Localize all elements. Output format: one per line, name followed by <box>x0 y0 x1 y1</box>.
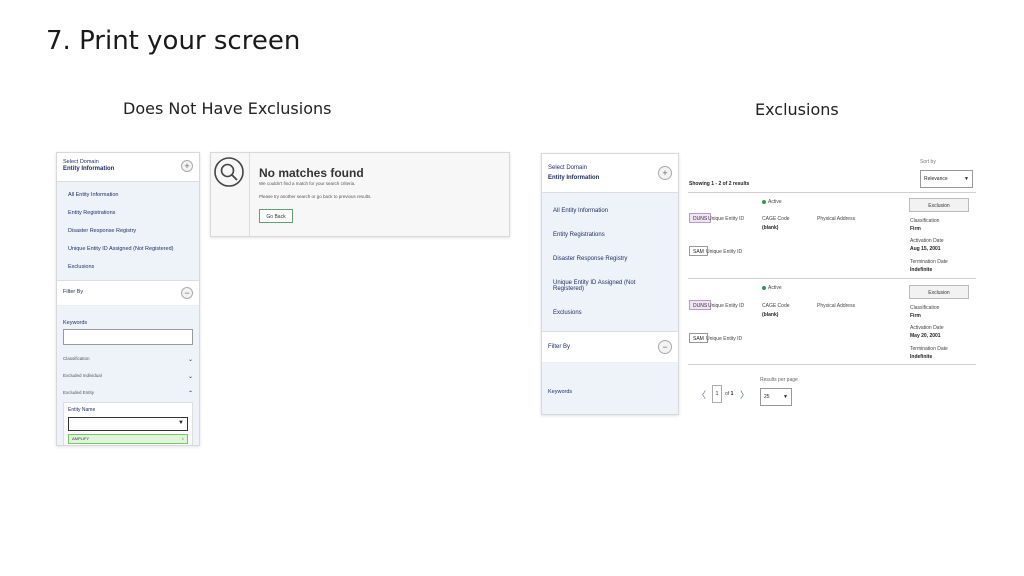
activation-label: Activation Date <box>910 325 944 331</box>
address-label: Physical Address <box>817 303 856 309</box>
expand-plus-icon[interactable]: + <box>181 160 193 172</box>
domain-label: Select Domain <box>548 165 588 171</box>
page-of-label: of 1 <box>725 391 734 397</box>
domain-list: All Entity Information Entity Registrati… <box>542 193 678 332</box>
termination-value: Indefinite <box>910 267 933 273</box>
left-sidebar: Select Domain Entity Information + All E… <box>56 152 200 446</box>
per-page-label: Results per page <box>760 377 798 383</box>
domain-value: Entity Information <box>548 175 600 181</box>
domain-selector[interactable]: Select Domain Entity Information + <box>542 154 678 193</box>
address-label: Physical Address <box>817 216 856 222</box>
remove-tag-icon[interactable]: × <box>182 435 184 443</box>
right-sidebar: Select Domain Entity Information + All E… <box>541 153 679 415</box>
domain-label: Select Domain <box>63 159 99 165</box>
activation-value: Aug 15, 2001 <box>910 246 941 252</box>
uei-label: Unique Entity ID <box>706 249 743 255</box>
no-matches-panel: No matches found We couldn't find a matc… <box>210 152 510 237</box>
no-matches-title: No matches found <box>259 166 364 180</box>
activation-value: May 20, 2001 <box>910 333 941 339</box>
domain-value: Entity Information <box>63 166 115 172</box>
termination-label: Termination Date <box>910 346 948 352</box>
chevron-down-icon: ⌄ <box>187 357 193 363</box>
keywords-label: Keywords <box>548 389 573 395</box>
search-icon <box>214 157 244 187</box>
cage-value: (blank) <box>762 312 779 318</box>
classification-value: Firm <box>910 226 921 232</box>
sort-select[interactable]: Relevance ▼ <box>920 170 973 188</box>
sidebar-item-entity-registrations[interactable]: Entity Registrations <box>542 223 678 247</box>
domain-selector[interactable]: Select Domain Entity Information + <box>57 153 199 182</box>
accordion-excluded-entity[interactable]: Excluded Entity ⌃ <box>63 385 193 402</box>
termination-value: Indefinite <box>910 354 933 360</box>
uei-label: Unique Entity ID <box>708 303 745 309</box>
chevron-down-icon: ⌄ <box>187 374 193 380</box>
uei-label: Unique Entity ID <box>708 216 745 222</box>
pager-next-icon[interactable]: 〉 <box>740 388 749 401</box>
accordion-excluded-individual[interactable]: Excluded Individual ⌄ <box>63 368 193 385</box>
page-number-input[interactable]: 1 <box>712 385 722 403</box>
sort-label: Sort by <box>920 159 936 165</box>
filter-label: Filter By <box>63 289 84 295</box>
collapse-minus-icon[interactable]: − <box>658 340 672 354</box>
filter-body: Keywords <box>542 363 678 414</box>
status-badge: Active <box>762 285 782 291</box>
expand-plus-icon[interactable]: + <box>658 166 672 180</box>
results-area: Sort by Relevance ▼ Showing 1 - 2 of 2 r… <box>688 155 976 415</box>
slide-title: 7. Print your screen <box>46 26 301 56</box>
dropdown-arrow-icon: ▼ <box>178 420 184 426</box>
uei-label: Unique Entity ID <box>706 336 743 342</box>
sidebar-item-disaster-response[interactable]: Disaster Response Registry <box>542 247 678 271</box>
sidebar-item-uei-assigned[interactable]: Unique Entity ID Assigned (Not Registere… <box>542 271 678 301</box>
domain-list: All Entity Information Entity Registrati… <box>57 182 199 281</box>
entity-name-label: Entity Name <box>68 407 96 413</box>
entity-name-filter: Entity Name ▼ AMPLIFY × <box>63 402 193 445</box>
right-caption: Exclusions <box>755 100 839 119</box>
classification-value: Firm <box>910 313 921 319</box>
sidebar-item-exclusions[interactable]: Exclusions <box>542 301 678 325</box>
sidebar-item-disaster-response[interactable]: Disaster Response Registry <box>57 222 199 240</box>
exclusion-button[interactable]: Exclusion <box>909 198 969 212</box>
keywords-label: Keywords <box>63 320 88 326</box>
no-matches-icon-area <box>211 153 250 236</box>
entity-name-select[interactable]: ▼ <box>68 417 188 431</box>
status-dot-icon <box>762 285 766 290</box>
no-matches-line2: Please try another search or go back to … <box>259 194 372 199</box>
status-badge: Active <box>762 199 782 205</box>
cage-label: CAGE Code <box>762 216 790 222</box>
pager-prev-icon[interactable]: 〈 <box>697 388 706 401</box>
dropdown-arrow-icon: ▼ <box>783 394 788 400</box>
no-matches-line1: We couldn't find a match for your search… <box>259 181 356 186</box>
keywords-input[interactable] <box>63 329 193 345</box>
classification-label: Classification <box>910 305 940 311</box>
sidebar-item-all-entity[interactable]: All Entity Information <box>542 199 678 223</box>
sidebar-item-uei-assigned[interactable]: Unique Entity ID Assigned (Not Registere… <box>57 240 199 258</box>
entity-tag[interactable]: AMPLIFY × <box>68 434 188 444</box>
filter-header[interactable]: Filter By − <box>542 332 678 363</box>
status-dot-icon <box>762 199 766 204</box>
cage-value: (blank) <box>762 225 779 231</box>
dropdown-arrow-icon: ▼ <box>964 176 969 182</box>
go-back-button[interactable]: Go Back <box>259 209 293 223</box>
results-count: Showing 1 - 2 of 2 results <box>689 181 750 187</box>
chevron-up-icon: ⌃ <box>187 391 193 397</box>
accordion-classification[interactable]: Classification ⌄ <box>63 351 193 368</box>
filter-body: Keywords Classification ⌄ Excluded Indiv… <box>57 306 199 445</box>
sidebar-item-all-entity[interactable]: All Entity Information <box>57 186 199 204</box>
collapse-minus-icon[interactable]: − <box>181 287 193 299</box>
per-page-select[interactable]: 25 ▼ <box>760 388 792 406</box>
left-caption: Does Not Have Exclusions <box>123 99 332 118</box>
filter-label: Filter By <box>548 344 571 350</box>
sidebar-item-exclusions[interactable]: Exclusions <box>57 258 199 276</box>
cage-label: CAGE Code <box>762 303 790 309</box>
filter-header[interactable]: Filter By − <box>57 281 199 306</box>
termination-label: Termination Date <box>910 259 948 265</box>
classification-label: Classification <box>910 218 940 224</box>
exclusion-button[interactable]: Exclusion <box>909 285 969 299</box>
activation-label: Activation Date <box>910 238 944 244</box>
sidebar-item-entity-registrations[interactable]: Entity Registrations <box>57 204 199 222</box>
